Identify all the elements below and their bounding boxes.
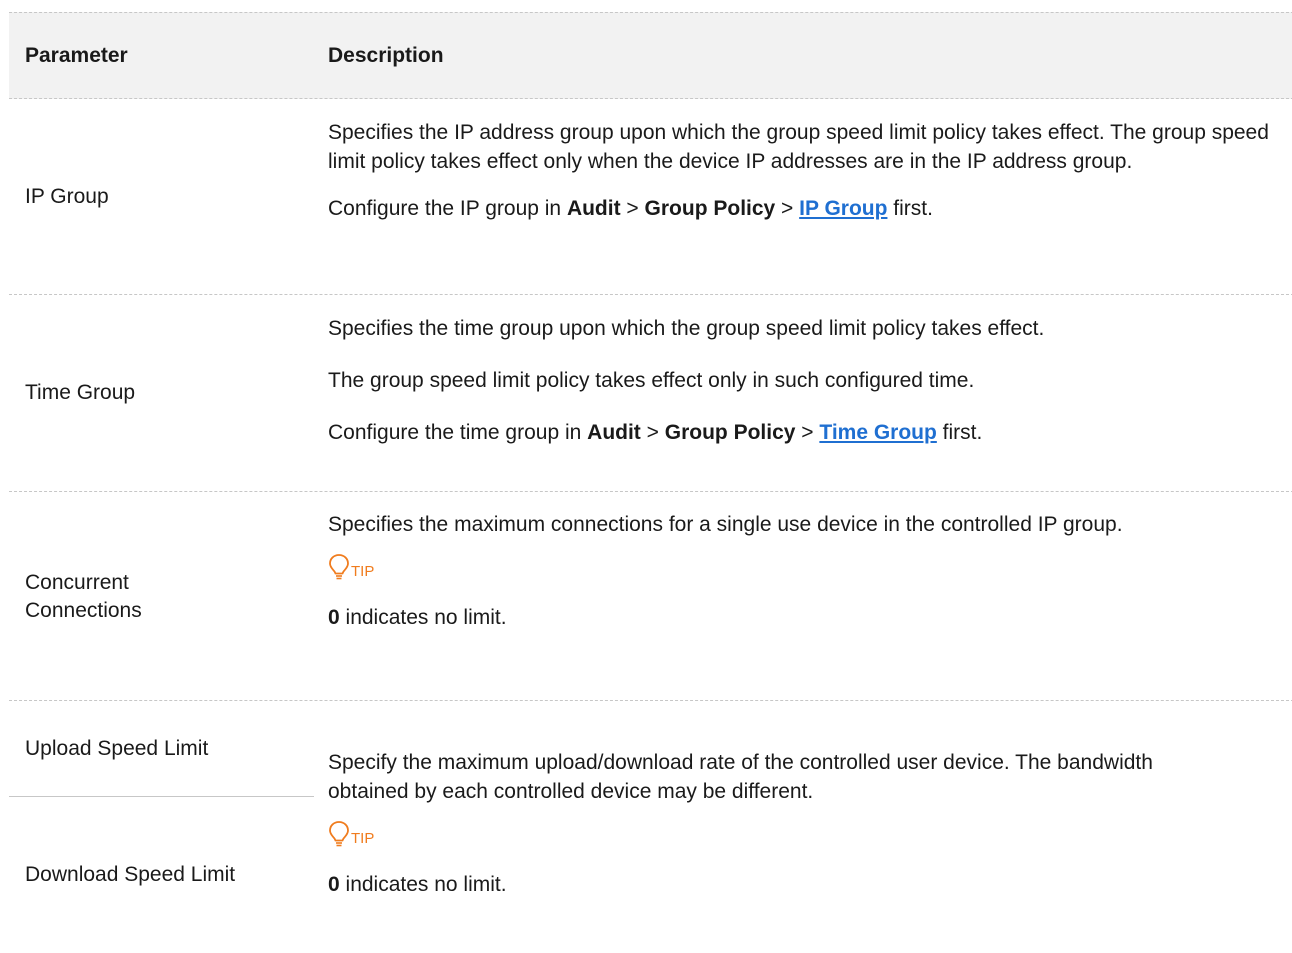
tip-label: TIP xyxy=(351,563,375,580)
desc-text: Specifies the IP address group upon whic… xyxy=(328,121,1269,173)
param-concurrent-connections: Concurrent Connections xyxy=(25,492,295,700)
config-prefix: Configure the IP group in xyxy=(328,197,567,220)
tip-callout: TIP xyxy=(328,818,1288,848)
param-line: Concurrent xyxy=(25,570,129,594)
header-description: Description xyxy=(328,44,444,67)
desc-text: Specifies the time group upon which the … xyxy=(328,317,1045,340)
note-value: 0 xyxy=(328,873,340,896)
tip-label: TIP xyxy=(351,830,375,847)
time-group-link[interactable]: Time Group xyxy=(819,421,936,444)
ip-group-link[interactable]: IP Group xyxy=(799,197,887,220)
menu-audit: Audit xyxy=(566,197,621,220)
param-upload-speed-limit: Upload Speed Limit xyxy=(25,736,209,760)
config-prefix: Configure the time group in xyxy=(328,421,588,444)
menu-group-policy: Group Policy xyxy=(644,197,776,220)
tip-callout: TIP xyxy=(328,551,1288,581)
note-suffix: indicates no limit. xyxy=(339,606,507,629)
config-suffix: first. xyxy=(887,197,933,220)
menu-group-policy: Group Policy xyxy=(664,421,796,444)
note-value: 0 xyxy=(328,606,340,629)
lightbulb-icon xyxy=(329,554,349,580)
desc-concurrent-connections: Specifies the maximum connections for a … xyxy=(328,510,1288,632)
note-text: 0 indicates no limit. xyxy=(328,870,1288,899)
lightbulb-icon xyxy=(329,821,349,847)
config-suffix: first. xyxy=(936,421,983,444)
path-separator: > xyxy=(620,197,645,220)
param-download-speed-limit: Download Speed Limit xyxy=(25,862,236,886)
table-row-concurrent-connections: Concurrent Connections Specifies the max… xyxy=(9,492,1292,701)
desc-text: Specify the maximum upload/download rate… xyxy=(328,751,1153,803)
parameter-table: Parameter Description IP Group Specifies… xyxy=(9,12,1292,953)
table-row-time-group: Time Group Specifies the time group upon… xyxy=(9,295,1292,492)
param-upload-cell: Upload Speed Limit xyxy=(9,701,314,797)
note-suffix: indicates no limit. xyxy=(339,873,507,896)
desc-text-2: The group speed limit policy takes effec… xyxy=(328,369,975,392)
desc-text: Specifies the maximum connections for a … xyxy=(328,513,1123,536)
note-text: 0 indicates no limit. xyxy=(328,603,1288,632)
desc-speed-limit: Specify the maximum upload/download rate… xyxy=(328,748,1288,899)
path-separator: > xyxy=(775,197,800,220)
table-row-speed-limit: Upload Speed Limit Download Speed Limit … xyxy=(9,701,1292,953)
config-path: Configure the time group in Audit > Grou… xyxy=(328,418,1288,447)
param-ip-group: IP Group xyxy=(25,184,109,208)
param-line: Connections xyxy=(25,598,142,622)
desc-ip-group: Specifies the IP address group upon whic… xyxy=(328,118,1288,223)
param-time-group: Time Group xyxy=(25,381,136,404)
menu-audit: Audit xyxy=(587,421,641,444)
path-separator: > xyxy=(640,421,665,444)
desc-time-group: Specifies the time group upon which the … xyxy=(328,314,1288,447)
header-parameter: Parameter xyxy=(25,44,128,67)
table-header: Parameter Description xyxy=(9,12,1292,99)
table-row-ip-group: IP Group Specifies the IP address group … xyxy=(9,99,1292,295)
config-path: Configure the IP group in Audit > Group … xyxy=(328,194,1288,223)
path-separator: > xyxy=(795,421,820,444)
